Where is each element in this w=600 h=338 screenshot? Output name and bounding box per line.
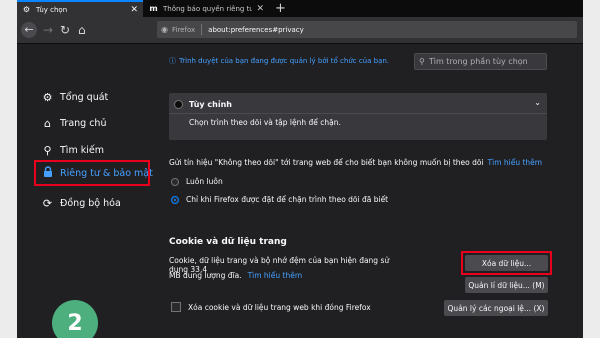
identity-label: Firefox xyxy=(171,25,196,34)
tab-privacy-notice[interactable]: m Thông báo quyền riêng tư của ... ✕ xyxy=(144,0,269,17)
sidebar-item-search[interactable]: ⚲ Tìm kiếm xyxy=(41,142,104,158)
tab-strip: ⚙ Tùy chọn ✕ m Thông báo quyền riêng tư … xyxy=(17,0,583,17)
browser-window: ⚙ Tùy chọn ✕ m Thông báo quyền riêng tư … xyxy=(17,0,583,338)
gear-icon: ⚙ xyxy=(22,5,31,14)
cookie-usage-size: MB dung lượng đĩa. xyxy=(169,271,242,280)
reload-button[interactable]: ↻ xyxy=(60,22,70,38)
firefox-icon: ◉ xyxy=(161,25,168,34)
search-icon: ⚲ xyxy=(43,143,52,157)
privacy-highlight-box xyxy=(34,160,150,186)
step-badge: 2 xyxy=(52,300,98,338)
url-text[interactable]: about:preferences#privacy xyxy=(208,26,304,34)
sidebar-item-general[interactable]: ⚙ Tổng quát xyxy=(41,89,109,105)
sidebar-item-sync[interactable]: ⟳ Đồng bộ hóa xyxy=(41,195,121,211)
close-tab-icon[interactable]: ✕ xyxy=(130,5,138,15)
info-icon: ⓘ xyxy=(169,57,176,65)
radio-button[interactable] xyxy=(171,195,179,204)
url-separator xyxy=(201,24,203,35)
dnt-option-tracking[interactable]: Chỉ khi Firefox được đặt để chặn trình t… xyxy=(169,195,388,204)
radio-button[interactable] xyxy=(171,177,179,186)
sidebar-item-home[interactable]: ⌂ Trang chủ xyxy=(41,115,106,131)
sidebar: ⚙ Tổng quát ⌂ Trang chủ ⚲ Tìm kiếm Riêng… xyxy=(17,44,167,338)
sync-icon: ⟳ xyxy=(42,196,53,210)
dnt-description: Gửi tín hiệu "Không theo dõi" tới trang … xyxy=(169,158,542,167)
sidebar-item-label: Tổng quát xyxy=(60,91,109,103)
tab-preferences[interactable]: ⚙ Tùy chọn ✕ xyxy=(17,0,143,17)
search-field[interactable]: ⚲ xyxy=(414,53,547,70)
cookie-section-heading: Cookie và dữ liệu trang xyxy=(169,237,287,247)
sidebar-item-label: Tìm kiếm xyxy=(60,144,104,156)
cookie-usage-text-2: MB dung lượng đĩa. Tìm hiểu thêm xyxy=(169,271,302,280)
home-button[interactable]: ⌂ xyxy=(78,22,86,38)
back-button[interactable]: ← xyxy=(21,22,37,38)
forward-button[interactable]: → xyxy=(43,22,53,38)
checkbox-label: Xóa cookie và dữ liệu trang web khi đóng… xyxy=(188,302,371,312)
option-label: Luôn luôn xyxy=(186,177,223,186)
manage-data-button[interactable]: Quản lí dữ liệu... (M) xyxy=(465,277,548,293)
custom-tracking-panel[interactable]: Tùy chỉnh ⌄ Chọn trình theo dõi và tập l… xyxy=(169,93,547,140)
dnt-text: Gửi tín hiệu "Không theo dõi" tới trang … xyxy=(169,158,484,167)
custom-description: Chọn trình theo dõi và tập lệnh để chặn. xyxy=(189,118,341,127)
tab-title: Thông báo quyền riêng tư của ... xyxy=(163,4,253,13)
search-icon: ⚲ xyxy=(419,57,425,66)
home-icon: ⌂ xyxy=(44,116,51,130)
checkbox[interactable] xyxy=(171,302,181,312)
cookie-learn-more-link[interactable]: Tìm hiểu thêm xyxy=(248,271,303,280)
preferences-content: ⚙ Tổng quát ⌂ Trang chủ ⚲ Tìm kiếm Riêng… xyxy=(17,44,583,338)
mozilla-icon: m xyxy=(149,4,158,13)
custom-title: Tùy chỉnh xyxy=(189,100,232,109)
clear-data-highlight-box xyxy=(461,251,552,275)
panel-divider xyxy=(169,113,547,114)
gear-icon: ⚙ xyxy=(42,90,53,104)
sidebar-item-label: Trang chủ xyxy=(60,117,107,129)
new-tab-button[interactable]: + xyxy=(275,1,286,16)
option-label: Chỉ khi Firefox được đặt để chặn trình t… xyxy=(186,195,389,204)
url-bar[interactable]: ◉ Firefox about:preferences#privacy xyxy=(157,21,577,38)
tab-title: Tùy chọn xyxy=(36,5,68,14)
delete-on-close-checkbox[interactable]: Xóa cookie và dữ liệu trang web khi đóng… xyxy=(169,302,371,312)
close-tab-icon[interactable]: ✕ xyxy=(256,4,264,14)
manage-exceptions-button[interactable]: Quản lý các ngoại lệ... (X) xyxy=(444,300,548,316)
nav-toolbar: ← → ↻ ⌂ ◉ Firefox about:preferences#priv… xyxy=(17,17,583,44)
policy-notice[interactable]: ⓘ Trình duyệt của bạn đang được quản lý … xyxy=(169,56,389,66)
sidebar-item-label: Đồng bộ hóa xyxy=(60,197,121,209)
dnt-option-always[interactable]: Luôn luôn xyxy=(169,177,223,186)
dnt-learn-more-link[interactable]: Tìm hiểu thêm xyxy=(488,158,543,167)
chevron-down-icon[interactable]: ⌄ xyxy=(534,98,541,107)
policy-notice-text: Trình duyệt của bạn đang được quản lý bở… xyxy=(179,57,390,65)
custom-radio[interactable] xyxy=(174,100,183,109)
search-input[interactable] xyxy=(428,57,539,66)
